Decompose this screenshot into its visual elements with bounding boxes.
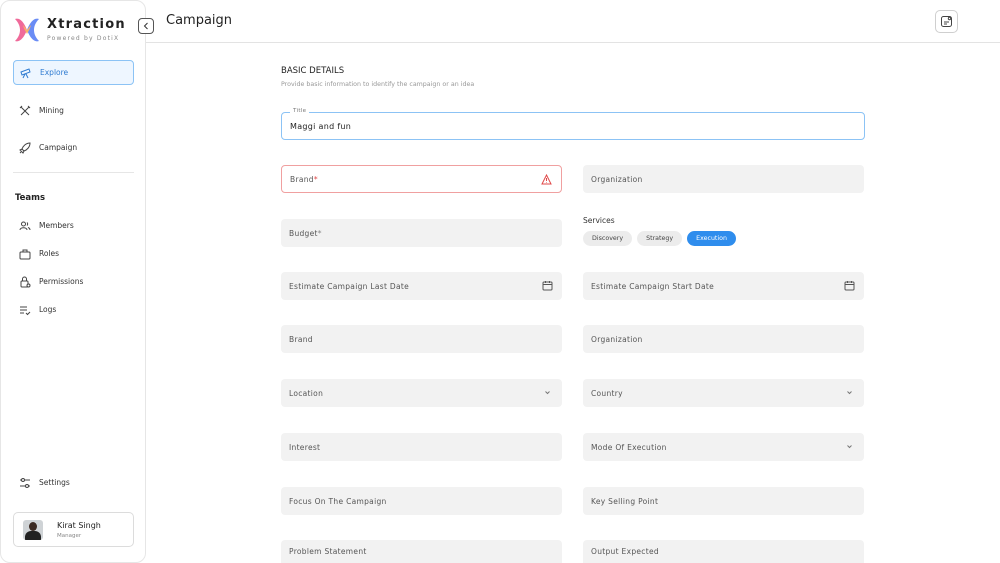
brand-secondary-field[interactable]: Brand — [281, 325, 562, 353]
sidebar: Xtraction Powered by DotiX Explore Minin… — [0, 0, 146, 563]
sidebar-item-label: Campaign — [39, 143, 78, 152]
est-last-date-field[interactable]: Estimate Campaign Last Date — [281, 272, 562, 300]
organization-field-label: Organization — [591, 174, 643, 184]
page-title: Campaign — [166, 13, 233, 28]
sidebar-item-campaign[interactable]: Campaign — [13, 135, 134, 160]
location-select[interactable]: Location — [281, 379, 562, 407]
user-name: Kirat Singh — [57, 520, 101, 530]
sidebar-item-label: Roles — [39, 249, 60, 258]
header-divider — [146, 42, 1000, 43]
country-select[interactable]: Country — [583, 379, 864, 407]
organization-field[interactable]: Organization — [583, 165, 864, 193]
briefcase-icon — [19, 248, 31, 260]
est-start-date-label: Estimate Campaign Start Date — [591, 281, 715, 291]
calendar-icon[interactable] — [542, 280, 553, 291]
chip-strategy[interactable]: Strategy — [637, 231, 683, 246]
user-role: Manager — [57, 532, 82, 539]
lock-icon — [19, 276, 31, 288]
mode-of-execution-label: Mode Of Execution — [591, 442, 667, 452]
sliders-icon — [19, 477, 31, 489]
list-icon — [19, 304, 31, 316]
chevron-down-icon — [844, 441, 855, 452]
form-subheading: Provide basic information to identify th… — [281, 81, 475, 88]
sidebar-item-explore[interactable]: Explore — [13, 60, 134, 85]
users-icon — [19, 220, 31, 232]
chip-discovery[interactable]: Discovery — [583, 231, 633, 246]
chip-execution[interactable]: Execution — [687, 231, 736, 246]
sidebar-divider — [13, 172, 134, 173]
organization-secondary-label: Organization — [591, 334, 643, 344]
logo-mark-icon — [13, 15, 41, 45]
brand-secondary-label: Brand — [289, 334, 313, 344]
output-expected-label: Output Expected — [591, 547, 659, 556]
key-selling-point-field[interactable]: Key Selling Point — [583, 487, 864, 515]
interest-field-label: Interest — [289, 442, 321, 452]
sidebar-item-label: Settings — [39, 478, 70, 487]
sidebar-item-label: Permissions — [39, 277, 84, 286]
sidebar-item-members[interactable]: Members — [13, 213, 134, 238]
chevron-down-icon — [542, 387, 553, 398]
warning-icon — [541, 174, 552, 185]
sidebar-item-mining[interactable]: Mining — [13, 98, 134, 123]
app-tagline: Powered by DotiX — [47, 35, 120, 42]
app-name: Xtraction — [47, 17, 126, 32]
focus-field[interactable]: Focus On The Campaign — [281, 487, 562, 515]
form-heading: BASIC DETAILS — [281, 66, 345, 76]
organization-secondary-field[interactable]: Organization — [583, 325, 864, 353]
title-field-label: Title — [290, 108, 310, 114]
user-profile-card[interactable]: Kirat Singh Manager — [13, 512, 134, 547]
interest-field[interactable]: Interest — [281, 433, 562, 461]
budget-field[interactable]: Budget * — [281, 219, 562, 247]
header-action-button[interactable] — [935, 10, 958, 33]
sidebar-item-label: Members — [39, 221, 74, 230]
sidebar-item-label: Mining — [39, 106, 64, 115]
collapse-sidebar-button[interactable] — [138, 18, 154, 34]
services-chips: Discovery Strategy Execution — [583, 231, 741, 246]
chevron-left-icon — [143, 22, 148, 30]
country-select-label: Country — [591, 388, 623, 398]
est-last-date-label: Estimate Campaign Last Date — [289, 281, 410, 291]
calendar-icon[interactable] — [844, 280, 855, 291]
focus-field-label: Focus On The Campaign — [289, 496, 387, 506]
location-select-label: Location — [289, 388, 324, 398]
brand-field[interactable]: Brand * — [281, 165, 562, 193]
sidebar-item-label: Logs — [39, 305, 57, 314]
required-marker: * — [317, 228, 322, 238]
sidebar-item-logs[interactable]: Logs — [13, 297, 134, 322]
tools-icon — [19, 105, 31, 117]
sidebar-item-roles[interactable]: Roles — [13, 241, 134, 266]
app-logo[interactable]: Xtraction Powered by DotiX — [13, 15, 126, 45]
notes-icon — [941, 16, 952, 27]
sidebar-item-label: Explore — [40, 68, 69, 77]
rocket-icon — [19, 141, 31, 154]
teams-section-title: Teams — [15, 193, 46, 203]
sidebar-item-settings[interactable]: Settings — [13, 470, 134, 495]
services-label: Services — [583, 216, 615, 225]
key-selling-point-label: Key Selling Point — [591, 496, 659, 506]
est-start-date-field[interactable]: Estimate Campaign Start Date — [583, 272, 864, 300]
telescope-icon — [20, 67, 32, 79]
sidebar-item-permissions[interactable]: Permissions — [13, 269, 134, 294]
problem-statement-label: Problem Statement — [289, 547, 367, 556]
chevron-down-icon — [844, 387, 855, 398]
mode-of-execution-select[interactable]: Mode Of Execution — [583, 433, 864, 461]
title-field[interactable]: Title Maggi and fun — [281, 108, 865, 140]
required-marker: * — [313, 174, 318, 184]
title-field-value: Maggi and fun — [290, 121, 352, 131]
output-expected-field[interactable]: Output Expected — [583, 540, 864, 563]
avatar — [23, 519, 43, 540]
brand-field-label: Brand — [290, 174, 314, 184]
problem-statement-field[interactable]: Problem Statement — [281, 540, 562, 563]
budget-field-label: Budget — [289, 228, 318, 238]
